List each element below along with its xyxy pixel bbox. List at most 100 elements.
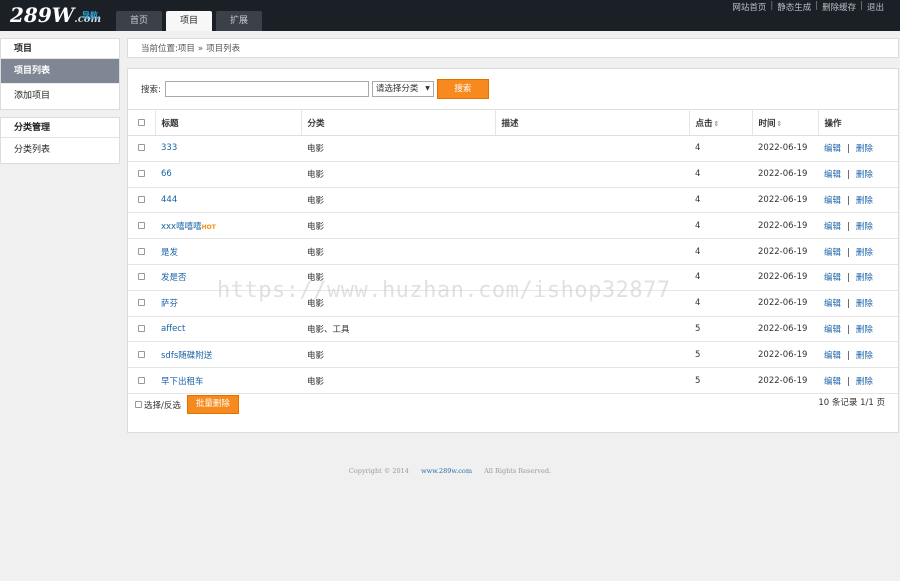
cell-time: 2022-06-19 [752,187,818,214]
category-select[interactable]: 请选择分类 ▼ [371,81,434,97]
row-checkbox[interactable] [138,144,145,152]
select-all-label[interactable]: 选择/反选 [144,399,181,411]
row-checkbox[interactable] [138,299,145,307]
search-input[interactable] [164,81,369,97]
cell-ops: 编辑 | 删除 [818,264,898,291]
project-table: 标题 分类 描述 点击⇕ 时间⇕ 操作 333 电影 4 2022-06-19 编辑 | 删… [128,109,898,394]
cell-title: 早下出租车 [155,367,301,394]
row-checkbox[interactable] [138,195,145,203]
row-title-link[interactable]: 444 [161,195,177,205]
top-link[interactable]: 网站首页 [732,1,766,13]
copyright-site-link[interactable]: www.289w.com [421,467,472,475]
top-link[interactable]: 删除缓存 [822,1,856,13]
cell-category: 电影 [301,290,495,317]
logo-subtitle: 导航 [82,10,98,20]
delete-link[interactable]: 删除 [856,144,873,154]
row-title-link[interactable]: 早下出租车 [161,377,204,387]
delete-link[interactable]: 删除 [856,299,873,309]
delete-link[interactable]: 删除 [856,222,873,232]
delete-link[interactable]: 删除 [856,170,873,180]
cell-clicks: 4 [689,135,752,162]
cell-time: 2022-06-19 [752,367,818,394]
cell-clicks: 4 [689,212,752,240]
row-checkbox[interactable] [138,170,145,178]
row-checkbox[interactable] [138,350,145,358]
col-desc: 描述 [495,109,690,136]
breadcrumb-item[interactable]: 项目 [178,44,195,54]
row-title-link[interactable]: 萨芬 [161,299,178,309]
col-clicks[interactable]: 点击⇕ [689,109,753,136]
row-title-link[interactable]: 发是否 [161,273,187,283]
row-checkbox[interactable] [138,324,145,332]
sidebar-item[interactable]: 项目列表 [1,59,119,84]
top-link[interactable]: 退出 [867,1,884,13]
cell-clicks: 4 [689,161,752,188]
cell-category: 电影 [301,264,495,291]
cell-title: 66 [155,161,301,188]
list-panel: 搜索: 请选择分类 ▼ 搜索 标题 分类 描述 点击⇕ 时间⇕ 操作 333 电… [127,68,899,433]
delete-link[interactable]: 删除 [856,273,873,283]
op-separator: | [847,144,850,155]
row-title-link[interactable]: affect [161,324,185,334]
table-row: affect 电影、工具 5 2022-06-19 编辑 | 删除 [128,316,898,343]
col-category: 分类 [301,109,496,136]
cell-time: 2022-06-19 [752,264,818,291]
table-row: 是发 电影 4 2022-06-19 编辑 | 删除 [128,238,898,265]
delete-link[interactable]: 删除 [856,377,873,387]
edit-link[interactable]: 编辑 [824,144,841,154]
cell-desc [495,316,689,343]
edit-link[interactable]: 编辑 [824,299,841,309]
col-ops: 操作 [818,109,898,136]
edit-link[interactable]: 编辑 [824,222,841,232]
row-checkbox[interactable] [138,376,145,384]
nav-tab[interactable]: 项目 [166,11,212,31]
col-time-label: 时间 [758,118,776,129]
batch-delete-button[interactable]: 批量删除 [186,395,239,414]
main-nav: 首页 项目 扩展 [116,11,266,31]
delete-link[interactable]: 删除 [856,196,873,206]
table-row: 444 电影 4 2022-06-19 编辑 | 删除 [128,187,898,214]
edit-link[interactable]: 编辑 [824,351,841,361]
edit-link[interactable]: 编辑 [824,248,841,258]
cell-desc [495,341,689,369]
row-title-link[interactable]: 是发 [161,248,178,258]
edit-link[interactable]: 编辑 [824,196,841,206]
row-title-link[interactable]: xxx嘻嘻嘻 [161,222,202,232]
delete-link[interactable]: 删除 [856,325,873,335]
nav-tab[interactable]: 扩展 [216,11,262,31]
edit-link[interactable]: 编辑 [824,377,841,387]
row-checkbox[interactable] [138,221,145,229]
edit-link[interactable]: 编辑 [824,325,841,335]
table-row: xxx嘻嘻嘻HOT 电影 4 2022-06-19 编辑 | 删除 [128,212,898,240]
cell-clicks: 4 [689,290,752,317]
edit-link[interactable]: 编辑 [824,170,841,180]
row-checkbox[interactable] [138,247,145,255]
select-all-checkbox[interactable] [135,401,142,408]
row-title-link[interactable]: 333 [161,143,177,153]
breadcrumb-item[interactable]: 项目列表 [206,44,240,54]
row-title-link[interactable]: 66 [161,169,172,179]
sidebar-group-title: 分类管理 [1,118,119,138]
nav-tab[interactable]: 首页 [116,11,162,31]
cell-ops: 编辑 | 删除 [818,316,898,343]
delete-link[interactable]: 删除 [856,248,873,258]
table-row: sdfs随碟附送 电影 5 2022-06-19 编辑 | 删除 [128,341,898,369]
sidebar-item[interactable]: 分类列表 [1,138,119,163]
sidebar-item[interactable]: 添加项目 [1,84,119,109]
site-logo[interactable]: 289W.com 导航 [10,3,101,32]
search-button[interactable]: 搜索 [436,79,489,99]
table-row: 萨芬 电影 4 2022-06-19 编辑 | 删除 [128,290,898,317]
edit-link[interactable]: 编辑 [824,273,841,283]
breadcrumb: 当前位置:项目» 项目列表 [127,38,899,58]
row-checkbox-cell [128,135,155,162]
col-time[interactable]: 时间⇕ [752,109,819,136]
table-row: 66 电影 4 2022-06-19 编辑 | 删除 [128,161,898,188]
top-link[interactable]: 静态生成 [777,1,811,13]
row-checkbox[interactable] [138,273,145,281]
breadcrumb-prefix: 当前位置: [141,44,178,54]
cell-category: 电影 [301,367,495,394]
delete-link[interactable]: 删除 [856,351,873,361]
select-all-checkbox-header[interactable] [137,118,145,126]
row-title-link[interactable]: sdfs随碟附送 [161,351,212,361]
cell-desc [495,238,689,265]
